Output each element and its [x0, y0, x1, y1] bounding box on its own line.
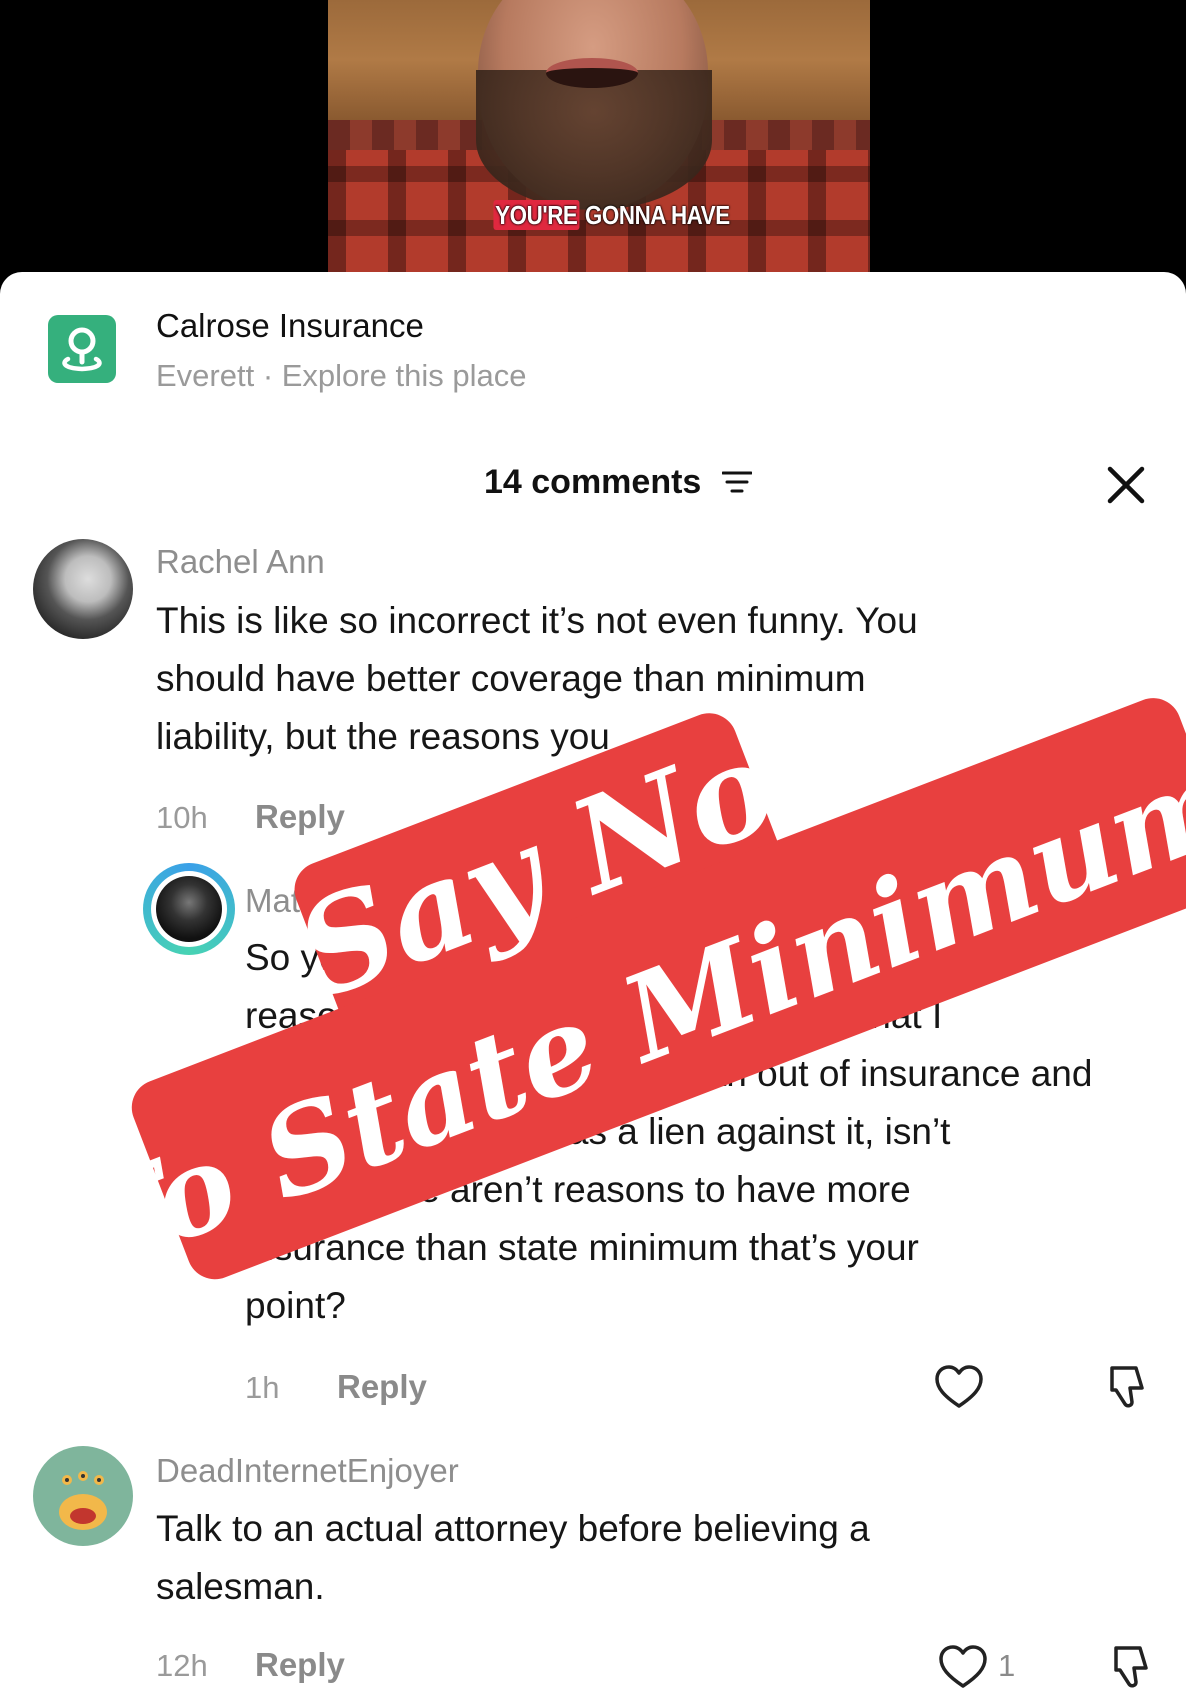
- comment-timestamp: 12h: [156, 1648, 208, 1683]
- video-mouth: [546, 58, 638, 88]
- caption-rest: GONNA HAVE: [579, 200, 730, 230]
- close-icon[interactable]: [1104, 463, 1148, 507]
- reply-button[interactable]: Reply: [337, 1368, 427, 1406]
- comment-line: my house already has a lien against it, …: [245, 1111, 951, 1152]
- heart-icon[interactable]: [934, 1364, 984, 1410]
- comment-username[interactable]: Rachel Ann: [156, 543, 325, 581]
- avatar[interactable]: [151, 871, 227, 947]
- reply-button[interactable]: Reply: [255, 1646, 345, 1684]
- dislike-icon[interactable]: [1106, 1644, 1154, 1690]
- dislike-icon[interactable]: [1102, 1364, 1150, 1410]
- video-beard: [476, 70, 712, 210]
- video-frame: YOU'RE GONNA HAVE: [328, 0, 870, 290]
- comment-line: So you’re saying asset protection isn’t …: [245, 937, 897, 978]
- comments-count: 14 comments: [484, 463, 702, 501]
- location-pin-icon[interactable]: [48, 315, 116, 383]
- comment-line: should have better coverage than minimum: [156, 658, 866, 699]
- heart-icon[interactable]: [938, 1644, 988, 1690]
- video-caption: YOU'RE GONNA HAVE: [490, 198, 733, 230]
- filter-icon[interactable]: [722, 470, 752, 494]
- place-name[interactable]: Calrose Insurance: [156, 307, 424, 345]
- comment-line: real? These aren’t reasons to have more: [245, 1169, 911, 1210]
- avatar[interactable]: [33, 539, 133, 639]
- comment-line: reason to have more insurance? And that …: [245, 995, 943, 1036]
- reply-button[interactable]: Reply: [255, 798, 345, 836]
- comment-line: This is like so incorrect it’s not even …: [156, 600, 918, 641]
- comment-username[interactable]: DeadInternetEnjoyer: [156, 1452, 459, 1490]
- like-count: 1: [998, 1648, 1016, 1683]
- comment-username[interactable]: Matt L: [245, 882, 337, 920]
- comment-text: This is like so incorrect it’s not even …: [156, 592, 918, 766]
- dislike-icon[interactable]: [1106, 796, 1154, 842]
- comment-text: Talk to an actual attorney before believ…: [156, 1500, 870, 1616]
- comment-line: salesman.: [156, 1566, 325, 1607]
- comment-line: insurance than state minimum that’s your: [245, 1227, 919, 1268]
- comment-timestamp: 1h: [245, 1370, 280, 1405]
- caption-highlight-word: YOU'RE: [493, 200, 580, 230]
- comment-text: So you’re saying asset protection isn’t …: [245, 929, 1092, 1335]
- video-player[interactable]: YOU'RE GONNA HAVE: [0, 0, 1186, 290]
- comment-line: Talk to an actual attorney before believ…: [156, 1508, 870, 1549]
- avatar[interactable]: [33, 1446, 133, 1546]
- comment-timestamp: 10h: [156, 800, 208, 835]
- comment-line: point?: [245, 1285, 346, 1326]
- comment-line: liability, but the reasons you: [156, 716, 610, 757]
- comment-line: was sued as a person who ran out of insu…: [245, 1053, 1093, 1094]
- place-subtitle[interactable]: Everett · Explore this place: [156, 358, 526, 394]
